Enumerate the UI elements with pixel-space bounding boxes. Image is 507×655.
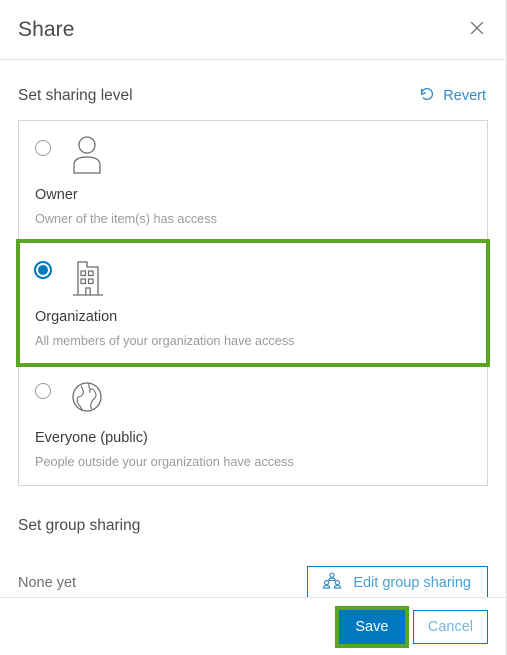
option-top-row [35,378,471,424]
option-description: All members of your organization have ac… [35,334,295,348]
revert-label: Revert [443,88,486,104]
save-button[interactable]: Save [338,609,405,644]
option-label: Everyone (public) [35,430,148,446]
option-label: Owner [35,187,78,203]
group-status-text: None yet [18,575,77,591]
option-top-row [35,135,471,181]
group-people-icon [322,572,342,594]
sharing-level-header: Set sharing level Revert [18,72,488,120]
cancel-button[interactable]: Cancel [412,609,488,644]
sharing-option-organization[interactable]: Organization All members of your organiz… [16,239,490,367]
group-sharing-row: None yet Edit group sharing [18,566,488,597]
save-button-highlight: Save [334,605,409,648]
close-button[interactable] [462,15,492,45]
edit-group-sharing-label: Edit group sharing [353,575,471,591]
option-top-row [34,256,471,303]
sharing-level-options: Owner Owner of the item(s) has access Or… [16,120,490,486]
group-sharing-header: Set group sharing [18,502,488,550]
close-icon [469,20,485,39]
sharing-option-everyone[interactable]: Everyone (public) People outside your or… [19,364,487,485]
revert-arrow-icon [418,85,436,107]
dialog-header: Share [0,0,506,60]
page-title: Share [18,17,75,41]
option-description: Owner of the item(s) has access [35,212,217,226]
dialog-footer: Save Cancel [0,597,506,655]
revert-button[interactable]: Revert [416,83,488,109]
globe-icon [70,377,104,424]
radio-organization[interactable] [34,261,52,279]
radio-owner[interactable] [35,140,51,156]
radio-everyone[interactable] [35,383,51,399]
building-icon [71,256,105,303]
person-icon [70,134,104,181]
edit-group-sharing-button[interactable]: Edit group sharing [307,566,488,597]
option-label: Organization [35,309,118,325]
share-dialog: Share Set sharing level Revert Owner Own… [0,0,507,655]
option-description: People outside your organization have ac… [35,455,294,469]
group-sharing-title: Set group sharing [18,517,141,534]
sharing-option-owner[interactable]: Owner Owner of the item(s) has access [19,121,487,242]
dialog-body: Set sharing level Revert Owner Owner of … [0,60,506,597]
group-sharing-section: Set group sharing None yet Edit group sh… [18,502,488,597]
sharing-level-title: Set sharing level [18,87,133,104]
